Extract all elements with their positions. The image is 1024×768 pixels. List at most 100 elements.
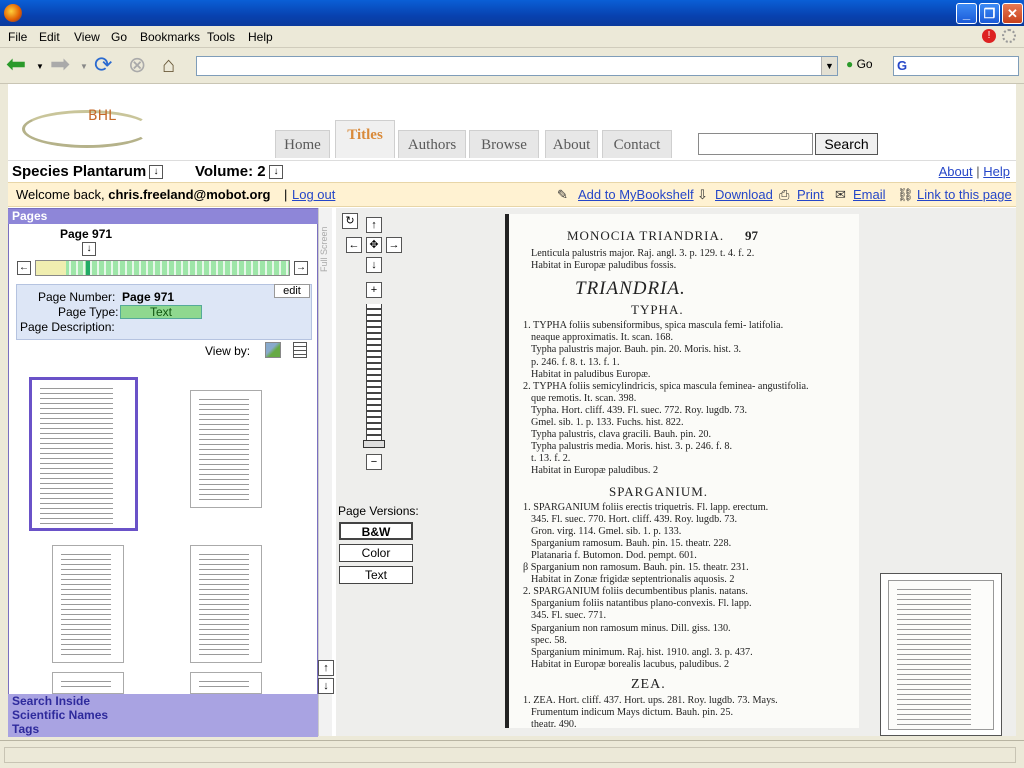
menu-view[interactable]: View <box>74 30 100 44</box>
tab-titles[interactable]: Titles <box>335 120 395 158</box>
scroll-up-icon[interactable]: ↑ <box>318 660 334 676</box>
scan-line: TYPHA. <box>631 302 684 318</box>
zoom-slider-handle[interactable] <box>363 440 385 448</box>
page-thumbnail[interactable] <box>190 390 262 508</box>
menu-bookmarks[interactable]: Bookmarks <box>140 30 200 44</box>
thumbnail-text-line <box>199 464 249 465</box>
tab-about[interactable]: About <box>545 130 598 158</box>
go-button[interactable]: ● Go <box>846 57 873 71</box>
pan-left-icon[interactable]: ← <box>346 237 362 253</box>
scientific-names-header[interactable]: Scientific Names <box>8 708 318 723</box>
page-select-arrow-icon[interactable]: ↓ <box>82 242 96 256</box>
forward-dropdown-icon[interactable]: ▼ <box>80 62 88 71</box>
page-thumbnail[interactable] <box>190 672 262 694</box>
edit-button[interactable]: edit <box>274 284 310 298</box>
help-link[interactable]: Help <box>983 164 1010 179</box>
image-view-icon[interactable] <box>265 342 281 358</box>
menu-help[interactable]: Help <box>248 30 273 44</box>
rotate-icon[interactable]: ↻ <box>342 213 358 229</box>
scan-line: Typha. Hort. cliff. 439. Fl. suec. 772. … <box>531 404 748 416</box>
pan-up-icon[interactable]: ↑ <box>366 217 382 233</box>
menu-tools[interactable]: Tools <box>207 30 235 44</box>
tab-home[interactable]: Home <box>275 130 330 158</box>
scan-line: Frumentum indicum Mays dictum. Bauh. pin… <box>531 707 734 718</box>
site-search-button[interactable]: Search <box>815 133 878 155</box>
pages-header[interactable]: Pages <box>8 209 318 224</box>
text-view-icon[interactable] <box>293 342 307 358</box>
zoom-slider[interactable] <box>366 304 382 448</box>
full-screen-toggle[interactable]: Full Screen <box>319 212 331 272</box>
thumbnail-text-line <box>40 473 114 474</box>
page-number-label: Page Number: <box>38 290 116 304</box>
restore-button[interactable]: ❐ <box>979 3 1000 24</box>
tab-contact[interactable]: Contact <box>602 130 672 158</box>
tab-authors[interactable]: Authors <box>398 130 466 158</box>
pan-center-icon[interactable]: ✥ <box>366 237 382 253</box>
reload-icon[interactable]: ⟳ <box>94 53 120 79</box>
thumbnail-text-line <box>897 709 971 710</box>
home-icon[interactable]: ⌂ <box>162 53 188 79</box>
browser-search-box[interactable]: G <box>893 56 1019 76</box>
volume-select-arrow-icon[interactable]: ↓ <box>269 165 283 179</box>
bw-version-button[interactable]: B&W <box>339 522 413 540</box>
page-scan-image[interactable]: MONOCIA TRIANDRIA. 97 Lenticula palustri… <box>505 214 859 728</box>
bhl-logo[interactable]: BHL <box>88 108 116 124</box>
scan-line: Habitat in paludibus Europæ. <box>531 368 651 380</box>
page-thumbnail[interactable] <box>52 545 124 663</box>
add-to-bookshelf-link[interactable]: Add to MyBookshelf <box>578 187 694 202</box>
back-dropdown-icon[interactable]: ▼ <box>36 62 44 71</box>
thumbnail-text-line <box>40 423 114 424</box>
page-thumbnail[interactable] <box>52 672 124 694</box>
email-icon: ✉ <box>835 187 846 202</box>
google-icon[interactable]: G <box>897 58 907 73</box>
menu-file[interactable]: File <box>8 30 27 44</box>
link-to-page-link[interactable]: Link to this page <box>917 187 1012 202</box>
link-chain-icon: ⛓ <box>897 187 914 202</box>
tags-header[interactable]: Tags <box>8 722 318 737</box>
strip-next-icon[interactable]: → <box>294 261 308 275</box>
thumbnail-text-line <box>199 681 249 682</box>
email-link[interactable]: Email <box>853 187 886 202</box>
minimize-button[interactable]: _ <box>956 3 977 24</box>
thumbnail-text-line <box>61 644 111 645</box>
close-window-button[interactable]: ✕ <box>1002 3 1023 24</box>
alert-icon[interactable]: ! <box>982 29 996 43</box>
print-link[interactable]: Print <box>797 187 824 202</box>
pan-right-icon[interactable]: → <box>386 237 402 253</box>
page-type-badge: Text <box>120 305 202 319</box>
tab-browse[interactable]: Browse <box>469 130 539 158</box>
thumbnail-text-line <box>897 684 971 685</box>
zoom-out-icon[interactable]: − <box>366 454 382 470</box>
thumbnail-text-line <box>40 413 114 414</box>
about-link[interactable]: About <box>939 164 973 179</box>
title-select-arrow-icon[interactable]: ↓ <box>149 165 163 179</box>
address-bar[interactable]: ▼ <box>196 56 838 76</box>
menu-go[interactable]: Go <box>111 30 127 44</box>
stop-icon[interactable]: ⊗ <box>128 53 154 79</box>
page-thumbnail-selected[interactable] <box>29 377 138 531</box>
menu-bar: File Edit View Go Bookmarks Tools Help ! <box>0 26 1024 48</box>
forward-arrow-icon[interactable]: ➡ <box>50 53 76 79</box>
thumbnail-text-line <box>61 634 111 635</box>
thumbnail-text-line <box>897 704 971 705</box>
thumbnail-text-line <box>61 609 111 610</box>
page-thumbnail[interactable] <box>190 545 262 663</box>
pan-down-icon[interactable]: ↓ <box>366 257 382 273</box>
search-inside-header[interactable]: Search Inside <box>8 694 318 709</box>
page-strip-scroller[interactable] <box>35 260 290 276</box>
thumbnail-text-line <box>897 714 971 715</box>
zoom-in-icon[interactable]: + <box>366 282 382 298</box>
color-version-button[interactable]: Color <box>339 544 413 562</box>
address-dropdown-icon[interactable]: ▼ <box>821 57 837 75</box>
menu-edit[interactable]: Edit <box>39 30 60 44</box>
download-link[interactable]: Download <box>715 187 773 202</box>
site-search-input[interactable] <box>698 133 813 155</box>
scroll-down-icon[interactable]: ↓ <box>318 678 334 694</box>
scan-line: 2. TYPHA foliis semicylindricis, spica m… <box>523 380 809 392</box>
scan-line: neaque approximatis. It. scan. 168. <box>531 332 674 344</box>
strip-prev-icon[interactable]: ← <box>17 261 31 275</box>
text-version-button[interactable]: Text <box>339 566 413 584</box>
logout-link[interactable]: Log out <box>292 187 335 202</box>
thumbnail-text-line <box>61 589 111 590</box>
back-arrow-icon[interactable]: ⬅ <box>6 53 32 79</box>
